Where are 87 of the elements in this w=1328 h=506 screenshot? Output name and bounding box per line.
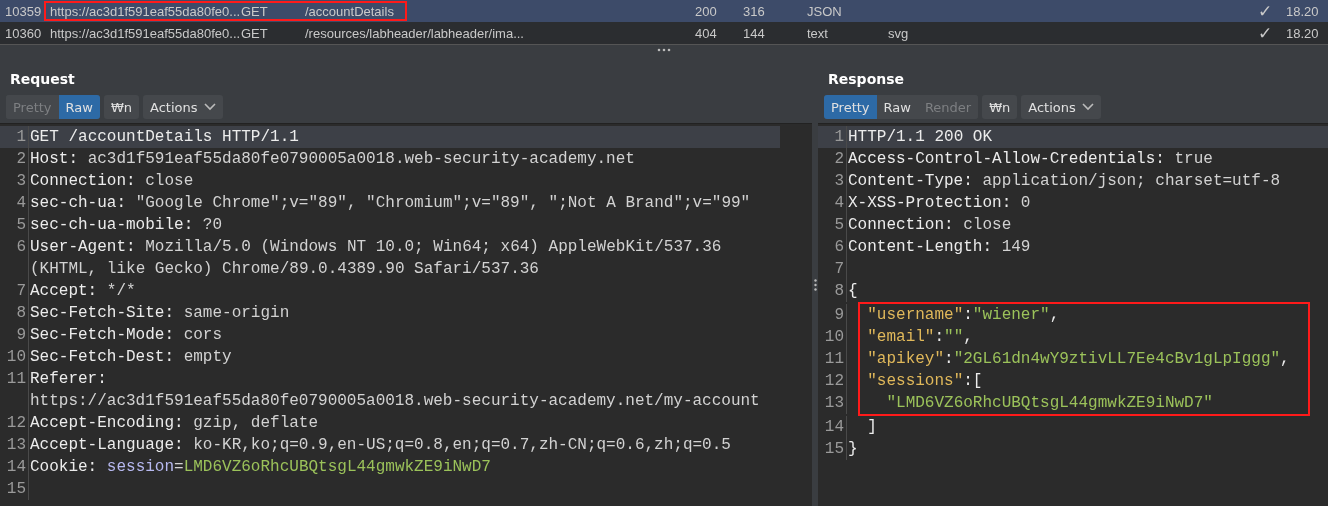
line-number: 9 xyxy=(0,324,29,346)
table-cell-text: 18.20 xyxy=(1286,25,1320,41)
line-number: 10 xyxy=(818,326,847,348)
line-number: 6 xyxy=(818,236,847,258)
chevron-down-icon xyxy=(1081,103,1094,111)
line-number: 11 xyxy=(818,348,847,370)
line-number: 8 xyxy=(818,280,847,302)
code-line: X-XSS-Protection: 0 xyxy=(847,193,1032,214)
line-number: 15 xyxy=(818,438,847,460)
code-line: "apikey":"2GL61dn4wY9ztivLL7Ee4cBv1gLpIggg", xyxy=(866,349,1291,370)
table-cell-text: 200 xyxy=(694,3,718,19)
code-line: Host: ac3d1f591eaf55da80fe0790005a0018.web-security-academy.net xyxy=(29,149,636,170)
table-cell-text: svg xyxy=(888,25,910,41)
line-number: 13 xyxy=(818,392,847,414)
table-cell-text: JSON xyxy=(807,3,843,19)
code-line: "LMD6VZ6oRhcUBQtsgL44gmwkZE9iNwD7" xyxy=(885,393,1214,414)
newline-toggle[interactable]: ₩n xyxy=(103,95,139,119)
line-number: 6 xyxy=(0,236,29,280)
table-cell-text: text xyxy=(807,25,829,41)
code-line: sec-ch-ua-mobile: ?0 xyxy=(29,215,224,236)
pane-title: Request xyxy=(9,70,76,89)
code-line: "username":"wiener", xyxy=(866,305,1061,326)
line-number: 14 xyxy=(818,416,847,438)
code-line: Connection: close xyxy=(847,215,1013,236)
line-number: 14 xyxy=(0,456,29,478)
line-number: 11 xyxy=(0,368,29,412)
line-number: 12 xyxy=(0,412,29,434)
line-number: 7 xyxy=(0,280,29,302)
chevron-down-icon xyxy=(203,103,216,111)
table-cell-text: GET xyxy=(241,25,269,41)
line-number: 3 xyxy=(0,170,29,192)
view-tab[interactable]: Raw xyxy=(58,95,100,119)
code-line: User-Agent: Mozilla/5.0 (Windows NT 10.0; Win64; x64) AppleWebKit/537.36 (KHTML, like Gecko) Chrome/89.0.4389.90 Safari/537.36 xyxy=(29,237,723,280)
table-cell-text: /resources/labheader/labheader/ima... xyxy=(305,25,525,41)
code-line: Sec-Fetch-Mode: cors xyxy=(29,325,224,346)
code-line: Content-Type: application/json; charset=utf-8 xyxy=(847,171,1282,192)
code-line: Sec-Fetch-Dest: empty xyxy=(29,347,233,368)
check-mark: ✓ xyxy=(1258,0,1273,22)
line-number: 9 xyxy=(818,304,847,326)
line-number: 2 xyxy=(0,148,29,170)
code-line: Accept: */* xyxy=(29,281,137,302)
line-number: 4 xyxy=(0,192,29,214)
line-number: 10 xyxy=(0,346,29,368)
code-line: "email":"", xyxy=(866,327,974,348)
view-tab[interactable]: Pretty xyxy=(824,95,877,119)
code-line: } xyxy=(847,439,859,460)
line-number: 15 xyxy=(0,478,29,500)
table-cell-text: https://ac3d1f591eaf55da80fe0... xyxy=(49,3,241,19)
drag-handle-icon[interactable] xyxy=(813,278,817,291)
line-number: 3 xyxy=(818,170,847,192)
history-row[interactable]: 10359 https://ac3d1f591eaf55da80fe0...GET /accountDetails 200 316 JSON ✓ 18.20 xyxy=(0,0,1328,22)
line-number: 13 xyxy=(0,434,29,456)
drag-handle-icon[interactable] xyxy=(657,48,671,52)
code-line: Access-Control-Allow-Credentials: true xyxy=(847,149,1214,170)
code-line: sec-ch-ua: "Google Chrome";v="89", "Chromium";v="89", ";Not A Brand";v="99" xyxy=(29,193,752,214)
pane-title: Response xyxy=(827,70,906,89)
line-number: 5 xyxy=(818,214,847,236)
table-cell-text: 10360 xyxy=(4,25,43,41)
line-number: 5 xyxy=(0,214,29,236)
line-number: 12 xyxy=(818,370,847,392)
line-number: 8 xyxy=(0,302,29,324)
newline-toggle[interactable]: ₩n xyxy=(982,95,1018,119)
code-line: Sec-Fetch-Site: same-origin xyxy=(29,303,291,324)
line-number: 1 xyxy=(0,126,29,148)
table-cell-text: /accountDetails xyxy=(305,3,395,19)
table-cell-text: 144 xyxy=(743,25,766,41)
table-cell-text: 316 xyxy=(743,3,766,19)
table-cell-text: GET xyxy=(241,3,269,19)
code-line: ] xyxy=(866,417,878,438)
check-mark: ✓ xyxy=(1258,22,1273,44)
code-line: Cookie: session=LMD6VZ6oRhcUBQtsgL44gmwkZE9iNwD7 xyxy=(29,457,492,478)
code-line: Content-Length: 149 xyxy=(847,237,1032,258)
table-cell-text: 10359 xyxy=(4,3,43,19)
code-line: "sessions":[ xyxy=(866,371,984,392)
code-line: Accept-Language: ko-KR,ko;q=0.9,en-US;q=0.8,en;q=0.7,zh-CN;q=0.6,zh;q=0.5 xyxy=(29,435,732,456)
table-cell-text: https://ac3d1f591eaf55da80fe0... xyxy=(49,25,241,41)
line-number: 4 xyxy=(818,192,847,214)
code-line: Accept-Encoding: gzip, deflate xyxy=(29,413,320,434)
actions-menu-button[interactable]: Actions xyxy=(1021,95,1101,119)
table-cell-text: 18.20 xyxy=(1286,3,1320,19)
line-number: 2 xyxy=(818,148,847,170)
code-line: { xyxy=(847,281,859,302)
line-number: 7 xyxy=(818,258,847,280)
actions-menu-button[interactable]: Actions xyxy=(143,95,223,119)
table-cell-text: 404 xyxy=(694,25,718,41)
code-line: Connection: close xyxy=(29,171,195,192)
line-number: 1 xyxy=(818,126,847,148)
